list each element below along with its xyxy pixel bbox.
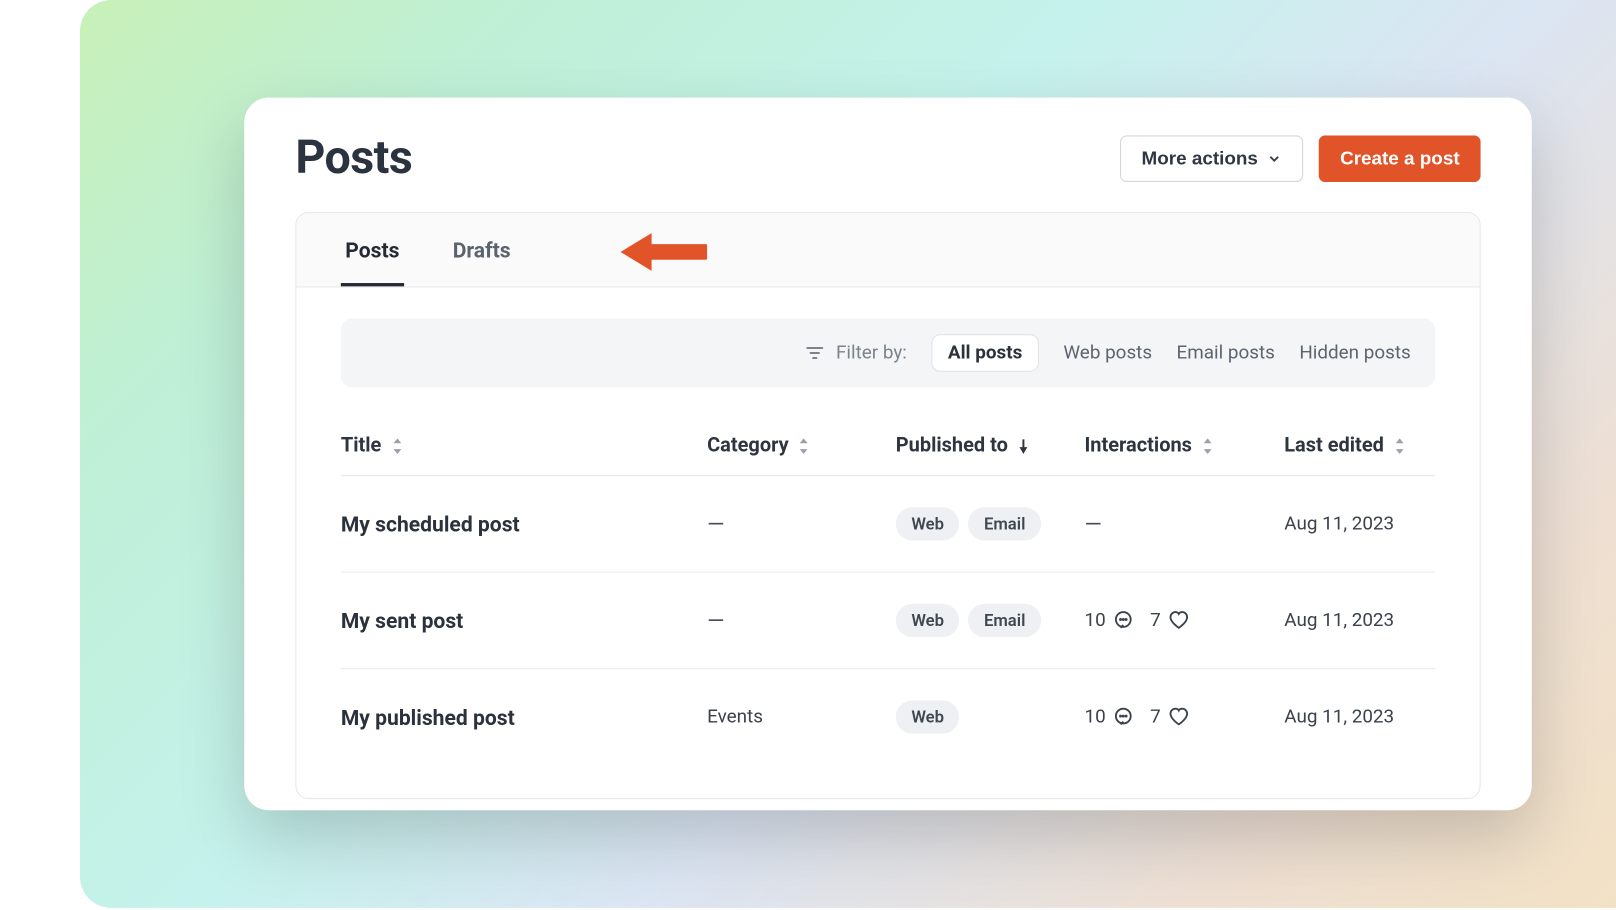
badge-email: Email xyxy=(968,604,1041,637)
filter-option-hidden[interactable]: Hidden posts xyxy=(1299,342,1410,364)
heart-icon xyxy=(1167,609,1189,631)
create-post-label: Create a post xyxy=(1340,147,1460,169)
cell-last-edited: Aug 11, 2023 xyxy=(1284,609,1495,631)
panel-header: Posts More actions Create a post xyxy=(244,131,1531,212)
cell-category: Events xyxy=(707,706,896,728)
cell-last-edited: Aug 11, 2023 xyxy=(1284,706,1495,728)
sort-icon xyxy=(390,438,403,454)
filter-option-email[interactable]: Email posts xyxy=(1177,342,1275,364)
filter-icon xyxy=(805,343,825,363)
sort-icon xyxy=(798,438,811,454)
more-actions-button[interactable]: More actions xyxy=(1120,135,1303,182)
cell-title: My published post xyxy=(341,704,707,730)
header-actions: More actions Create a post xyxy=(1120,135,1480,182)
cell-interactions: 10 7 xyxy=(1084,609,1284,631)
col-interactions[interactable]: Interactions xyxy=(1084,434,1284,457)
cell-published: Web Email xyxy=(896,507,1085,540)
sort-icon xyxy=(1201,438,1214,454)
cell-interactions: 10 7 xyxy=(1084,706,1284,728)
stage: Posts More actions Create a post Posts D… xyxy=(80,0,1616,908)
col-published[interactable]: Published to xyxy=(896,434,1085,457)
col-last-edited[interactable]: Last edited xyxy=(1284,434,1495,457)
cell-title: My sent post xyxy=(341,608,707,634)
table-row[interactable]: My scheduled post — Web Email — Aug 11, … xyxy=(341,476,1435,573)
cell-published: Web xyxy=(896,700,1085,733)
badge-web: Web xyxy=(896,507,960,540)
table-row[interactable]: My published post Events Web 10 7 xyxy=(341,669,1435,764)
cell-published: Web Email xyxy=(896,604,1085,637)
comment-icon xyxy=(1112,706,1134,728)
tab-posts[interactable]: Posts xyxy=(341,213,404,286)
comments-count: 10 xyxy=(1084,706,1134,728)
table-header-row: Title Category Published to Interactions xyxy=(341,416,1435,476)
cell-title: My scheduled post xyxy=(341,511,707,537)
likes-count: 7 xyxy=(1150,706,1189,728)
likes-value: 7 xyxy=(1150,609,1161,631)
filter-option-web[interactable]: Web posts xyxy=(1063,342,1152,364)
comments-value: 10 xyxy=(1084,609,1105,631)
posts-table: Title Category Published to Interactions xyxy=(296,387,1479,798)
tab-drafts[interactable]: Drafts xyxy=(448,213,515,286)
col-published-label: Published to xyxy=(896,434,1008,457)
likes-count: 7 xyxy=(1150,609,1189,631)
cell-interactions: — xyxy=(1084,511,1284,538)
content-box: Posts Drafts Filter by: All posts xyxy=(295,212,1480,799)
filter-bar: Filter by: All posts Web posts Email pos… xyxy=(341,319,1435,388)
comment-icon xyxy=(1112,609,1134,631)
badge-email: Email xyxy=(968,507,1041,540)
comments-count: 10 xyxy=(1084,609,1134,631)
table-row[interactable]: My sent post — Web Email 10 7 xyxy=(341,573,1435,670)
col-title[interactable]: Title xyxy=(341,434,707,457)
cell-category: — xyxy=(707,607,896,634)
page-title: Posts xyxy=(295,131,412,185)
badge-web: Web xyxy=(896,604,960,637)
col-category[interactable]: Category xyxy=(707,434,896,457)
comments-value: 10 xyxy=(1084,706,1105,728)
cell-category: — xyxy=(707,511,896,538)
tabs-bar: Posts Drafts xyxy=(296,213,1479,287)
filter-label: Filter by: xyxy=(805,342,907,364)
create-post-button[interactable]: Create a post xyxy=(1319,135,1481,182)
col-interactions-label: Interactions xyxy=(1084,434,1191,457)
badge-web: Web xyxy=(896,700,960,733)
likes-value: 7 xyxy=(1150,706,1161,728)
chevron-down-icon xyxy=(1267,150,1283,166)
more-actions-label: More actions xyxy=(1142,147,1258,169)
arrow-annotation-icon xyxy=(618,229,707,276)
filter-option-all[interactable]: All posts xyxy=(931,334,1039,372)
sort-icon xyxy=(1393,438,1406,454)
tab-label: Posts xyxy=(345,238,399,264)
heart-icon xyxy=(1167,706,1189,728)
col-last-edited-label: Last edited xyxy=(1284,434,1384,457)
sort-desc-icon xyxy=(1017,438,1030,454)
tab-label: Drafts xyxy=(453,238,511,264)
panel-card: Posts More actions Create a post Posts D… xyxy=(244,98,1531,811)
filter-label-text: Filter by: xyxy=(836,342,907,364)
cell-last-edited: Aug 11, 2023 xyxy=(1284,513,1495,535)
col-title-label: Title xyxy=(341,434,382,457)
col-category-label: Category xyxy=(707,434,789,457)
